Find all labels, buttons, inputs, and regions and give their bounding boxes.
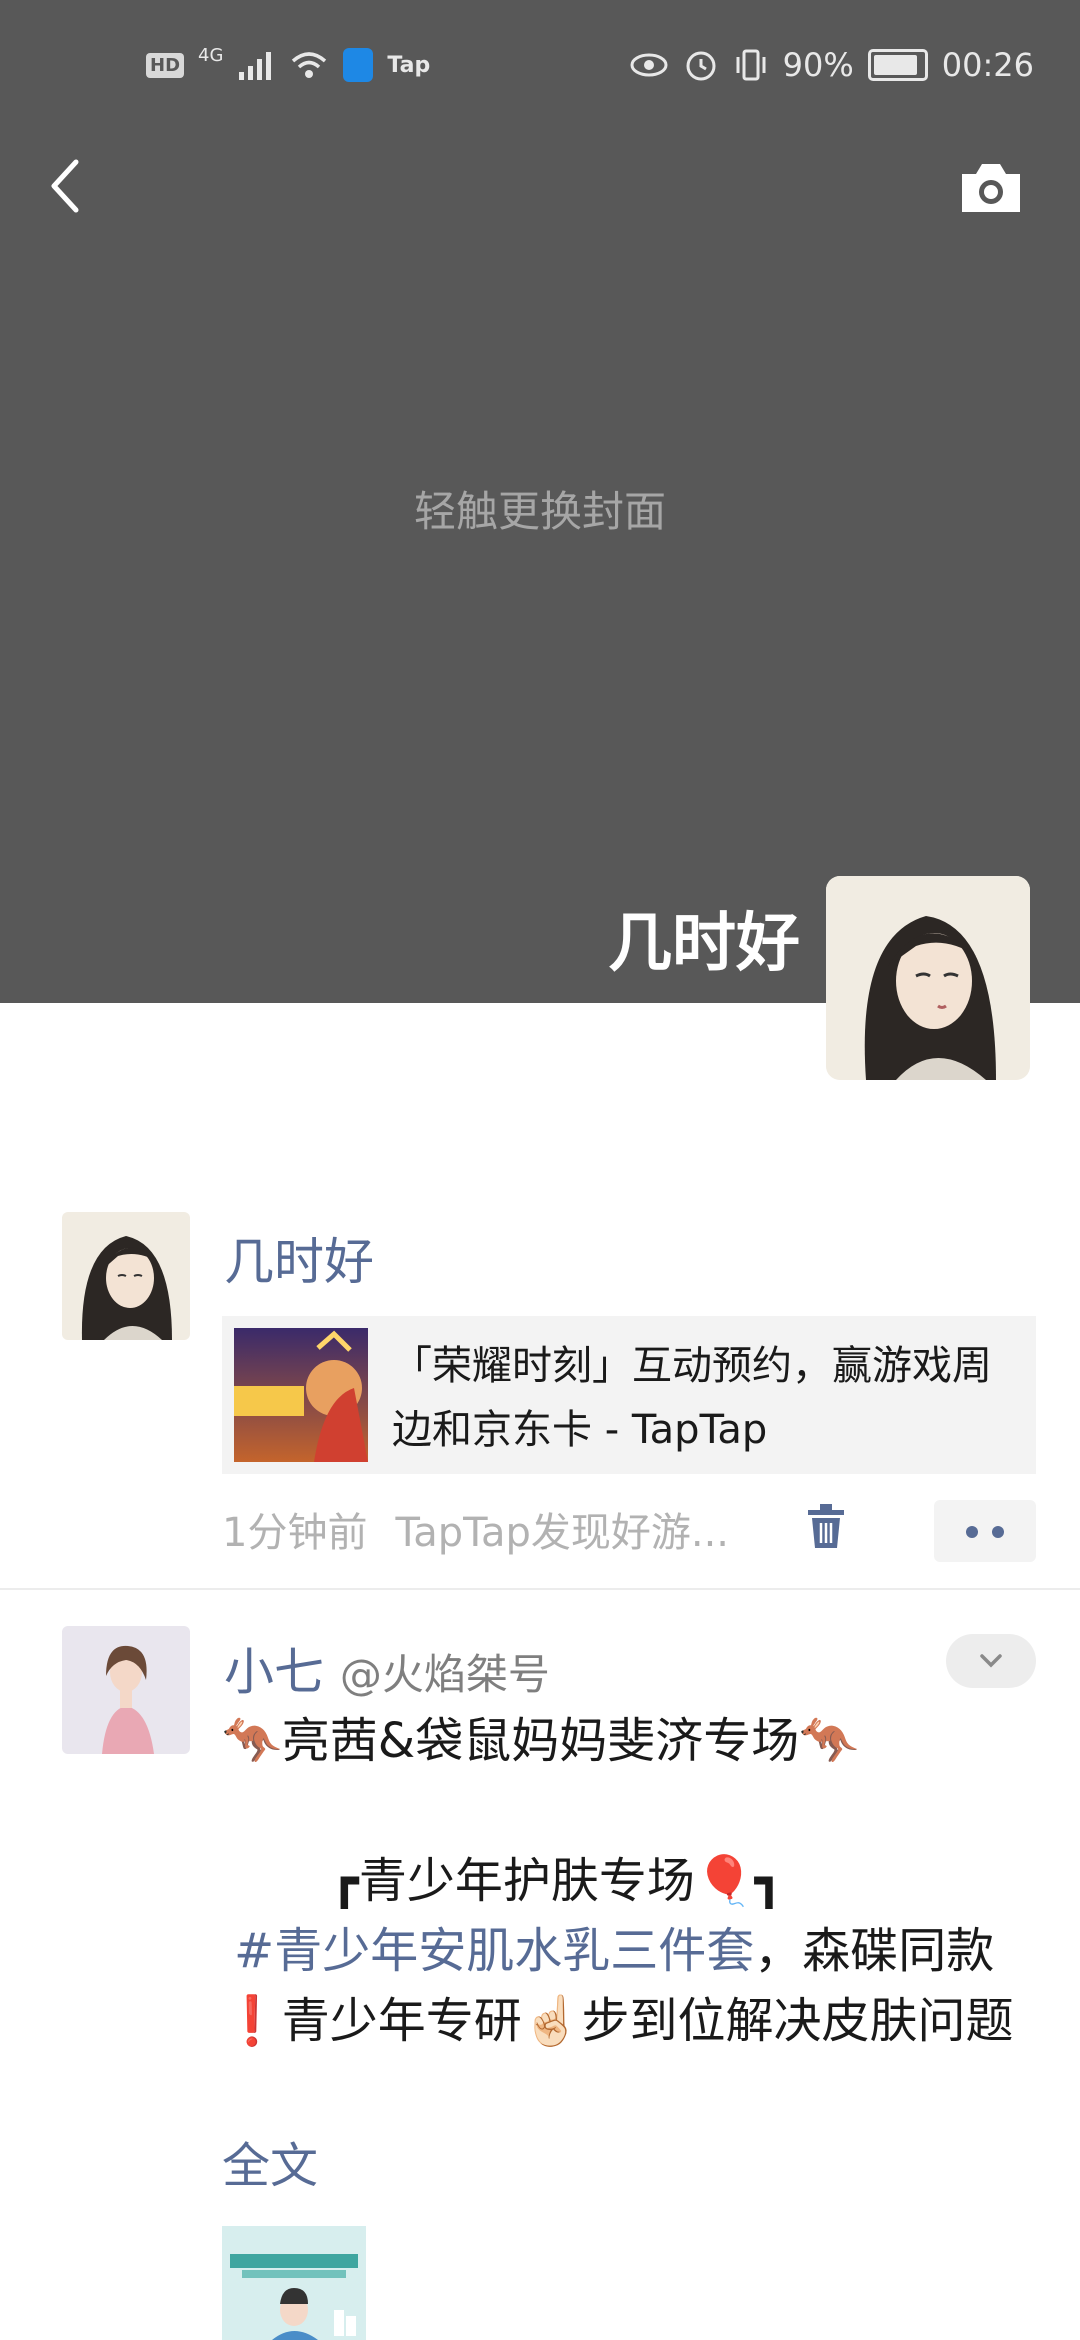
author-nickname[interactable]: 小七 xyxy=(224,1643,324,1701)
chevron-down-icon xyxy=(980,1654,1002,1668)
trash-icon[interactable] xyxy=(806,1504,846,1550)
post-text-paragraph: #青少年安肌水乳三件套，森碟同款❗青少年专研☝🏻步到位解决皮肤问题 xyxy=(222,1916,1032,2056)
link-thumbnail xyxy=(234,1328,368,1462)
post-author-avatar[interactable] xyxy=(62,1626,190,1754)
back-arrow-icon[interactable] xyxy=(46,158,102,214)
hd-indicator: HD xyxy=(146,52,185,78)
post-image[interactable] xyxy=(222,2226,366,2340)
vibrate-icon xyxy=(736,49,766,81)
post-text-line: 🦘亮茜&袋鼠妈妈斐济专场🦘 xyxy=(222,1713,859,1769)
post-author-avatar[interactable] xyxy=(62,1212,190,1340)
more-dot-icon xyxy=(992,1526,1004,1538)
post-author-name[interactable]: 几时好 xyxy=(224,1222,374,1294)
camera-icon[interactable] xyxy=(958,160,1024,216)
post-source-app[interactable]: TapTap发现好游... xyxy=(395,1510,729,1556)
hashtag-link[interactable]: #青少年安肌水乳三件套 xyxy=(234,1923,754,1979)
tap-notification-icon: Tap xyxy=(387,52,431,78)
clock: 00:26 xyxy=(941,46,1034,84)
post-author-name[interactable]: 小七 @火焰桀号 xyxy=(224,1632,550,1704)
change-cover-hint[interactable]: 轻触更换封面 xyxy=(0,478,1080,539)
post-meta: 1分钟前 TapTap发现好游... xyxy=(222,1500,729,1558)
full-text-link[interactable]: 全文 xyxy=(222,2126,318,2196)
battery-icon xyxy=(867,49,928,81)
more-actions-button[interactable] xyxy=(934,1500,1036,1562)
status-bar: HD 4G Tap 90% 00:26 xyxy=(0,40,1080,96)
eye-icon xyxy=(630,53,668,77)
expand-post-button[interactable] xyxy=(946,1634,1036,1688)
security-shield-icon xyxy=(343,48,374,82)
post-time: 1分钟前 xyxy=(222,1510,368,1556)
battery-percent: 90% xyxy=(782,46,854,84)
alarm-icon xyxy=(686,51,716,81)
signal-icon xyxy=(239,52,272,80)
profile-avatar[interactable] xyxy=(826,876,1030,1080)
profile-avatar-illustration xyxy=(826,876,1030,1080)
link-title: 「荣耀时刻」互动预约，赢游戏周边和京东卡 - TapTap xyxy=(392,1343,992,1453)
shared-link-card[interactable]: 「荣耀时刻」互动预约，赢游戏周边和京东卡 - TapTap xyxy=(222,1316,1036,1474)
post-text-line: ┏青少年护肤专场🎈┓ xyxy=(330,1853,784,1909)
post-divider xyxy=(0,1588,1080,1590)
wifi-icon xyxy=(292,52,327,78)
author-avatar-illustration xyxy=(62,1212,190,1340)
more-dot-icon xyxy=(966,1526,978,1538)
author-avatar-photo xyxy=(62,1626,190,1754)
profile-name: 几时好 xyxy=(608,907,800,981)
author-handle[interactable]: @火焰桀号 xyxy=(340,1650,550,1699)
network-indicator: 4G xyxy=(198,44,224,66)
